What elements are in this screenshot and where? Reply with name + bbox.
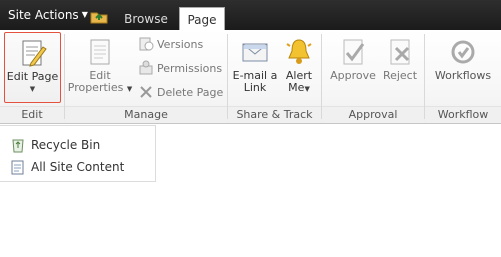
- group-label-manage: Manage: [65, 106, 227, 123]
- group-label-workflow: Workflow: [425, 106, 501, 123]
- chevron-down-icon: ▼: [304, 85, 310, 93]
- menu-item-label: Recycle Bin: [31, 138, 101, 152]
- edit-properties-icon: [90, 39, 110, 65]
- recycle-bin-icon: [12, 139, 24, 153]
- chevron-down-icon: ▼: [29, 85, 36, 93]
- menu-item-recycle-bin[interactable]: Recycle Bin: [10, 135, 100, 155]
- site-actions-dropdown: Recycle Bin All Site Content: [0, 125, 156, 182]
- reject-label: Reject: [382, 69, 418, 82]
- versions-button[interactable]: Versions: [138, 35, 203, 55]
- versions-label: Versions: [157, 38, 204, 51]
- site-actions-label: Site Actions: [8, 8, 79, 22]
- edit-page-label: Edit Page: [6, 70, 59, 83]
- alert-label-2: Me: [288, 81, 305, 94]
- menu-item-all-site-content[interactable]: All Site Content: [10, 157, 124, 177]
- group-label-share-track: Share & Track: [228, 106, 321, 123]
- versions-icon: [139, 37, 154, 51]
- group-manage: Edit Properties ▼ Versions Permissions D…: [65, 30, 227, 123]
- reject-button[interactable]: Reject: [379, 32, 421, 82]
- edit-page-icon: [22, 40, 47, 67]
- edit-page-button[interactable]: Edit Page ▼: [4, 32, 61, 103]
- group-share-track: E-mail a Link Alert Me▼ Share & Track: [228, 30, 321, 123]
- delete-page-button[interactable]: Delete Page: [138, 83, 223, 103]
- approve-button[interactable]: Approve: [328, 32, 378, 82]
- ribbon: Edit Page ▼ Edit Edit Properties ▼ Versi…: [0, 30, 501, 124]
- delete-icon: [140, 86, 152, 98]
- edit-properties-label-2: Properties: [67, 81, 124, 94]
- approve-label: Approve: [330, 69, 376, 82]
- workflows-icon: [451, 40, 475, 64]
- group-workflow: Workflows Workflow: [425, 30, 501, 123]
- permissions-label: Permissions: [157, 62, 223, 75]
- edit-properties-button[interactable]: Edit Properties ▼: [67, 32, 133, 95]
- workflows-label: Workflows: [434, 69, 492, 82]
- email-link-button[interactable]: E-mail a Link: [231, 32, 279, 94]
- email-icon: [242, 43, 268, 62]
- site-actions-menu[interactable]: Site Actions ▼: [8, 8, 88, 22]
- workflows-button[interactable]: Workflows: [429, 32, 497, 82]
- permissions-button[interactable]: Permissions: [138, 59, 222, 79]
- approve-icon: [343, 39, 365, 65]
- tab-browse[interactable]: Browse: [114, 9, 178, 30]
- chevron-down-icon: ▼: [81, 10, 88, 19]
- bell-icon: [286, 39, 312, 64]
- group-label-approval: Approval: [322, 106, 424, 123]
- permissions-icon: [139, 60, 153, 75]
- group-approval: Approve Reject Approval: [322, 30, 424, 123]
- menu-item-label: All Site Content: [31, 160, 125, 174]
- group-edit: Edit Page ▼ Edit: [0, 30, 64, 123]
- email-label-2: Link: [243, 81, 267, 94]
- chevron-down-icon: ▼: [126, 85, 133, 93]
- site-content-icon: [11, 160, 24, 175]
- alert-me-button[interactable]: Alert Me▼: [280, 32, 318, 95]
- navigate-up-icon[interactable]: [90, 8, 108, 24]
- group-label-edit: Edit: [0, 106, 64, 123]
- delete-page-label: Delete Page: [157, 86, 224, 99]
- reject-icon: [390, 39, 410, 65]
- tab-page[interactable]: Page: [179, 7, 225, 32]
- top-bar: Site Actions ▼ Browse Page: [0, 0, 501, 32]
